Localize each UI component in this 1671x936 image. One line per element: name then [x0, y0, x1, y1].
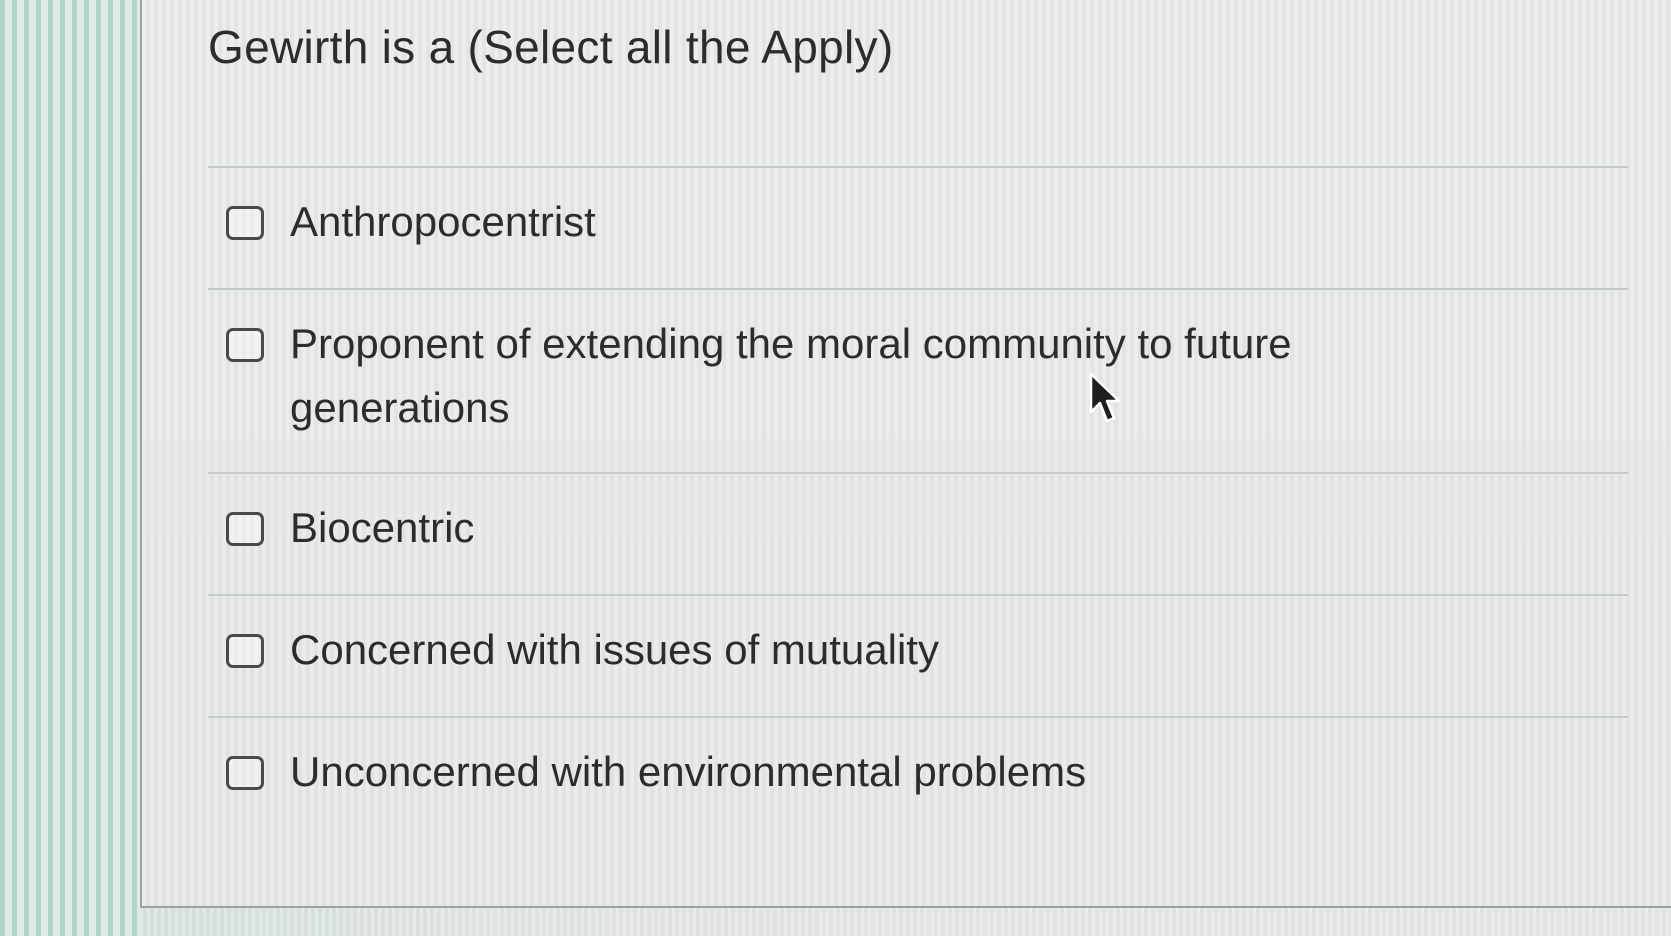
option-label: Biocentric [290, 504, 475, 551]
option-unconcerned-environmental[interactable]: Unconcerned with environmental problems [208, 716, 1628, 856]
option-mutuality[interactable]: Concerned with issues of mutuality [208, 594, 1628, 716]
option-proponent-future-generations[interactable]: Proponent of extending the moral communi… [208, 288, 1628, 472]
question-panel: Gewirth is a (Select all the Apply) Anth… [140, 0, 1671, 908]
option-anthropocentrist[interactable]: Anthropocentrist [208, 166, 1628, 288]
checkbox[interactable] [226, 756, 264, 790]
answer-options: Anthropocentrist Proponent of extending … [208, 166, 1628, 856]
screen: Gewirth is a (Select all the Apply) Anth… [0, 0, 1671, 936]
question-title: Gewirth is a (Select all the Apply) [208, 21, 894, 73]
checkbox[interactable] [226, 634, 264, 668]
background-strip [0, 0, 140, 936]
checkbox[interactable] [226, 328, 264, 362]
option-biocentric[interactable]: Biocentric [208, 472, 1628, 594]
checkbox[interactable] [226, 512, 264, 546]
option-label: Anthropocentrist [290, 198, 596, 245]
mouse-pointer-icon [1089, 372, 1121, 423]
option-label: Proponent of extending the moral communi… [290, 320, 1292, 431]
checkbox[interactable] [226, 206, 264, 240]
option-label: Concerned with issues of mutuality [290, 626, 939, 673]
option-label: Unconcerned with environmental problems [290, 748, 1087, 795]
